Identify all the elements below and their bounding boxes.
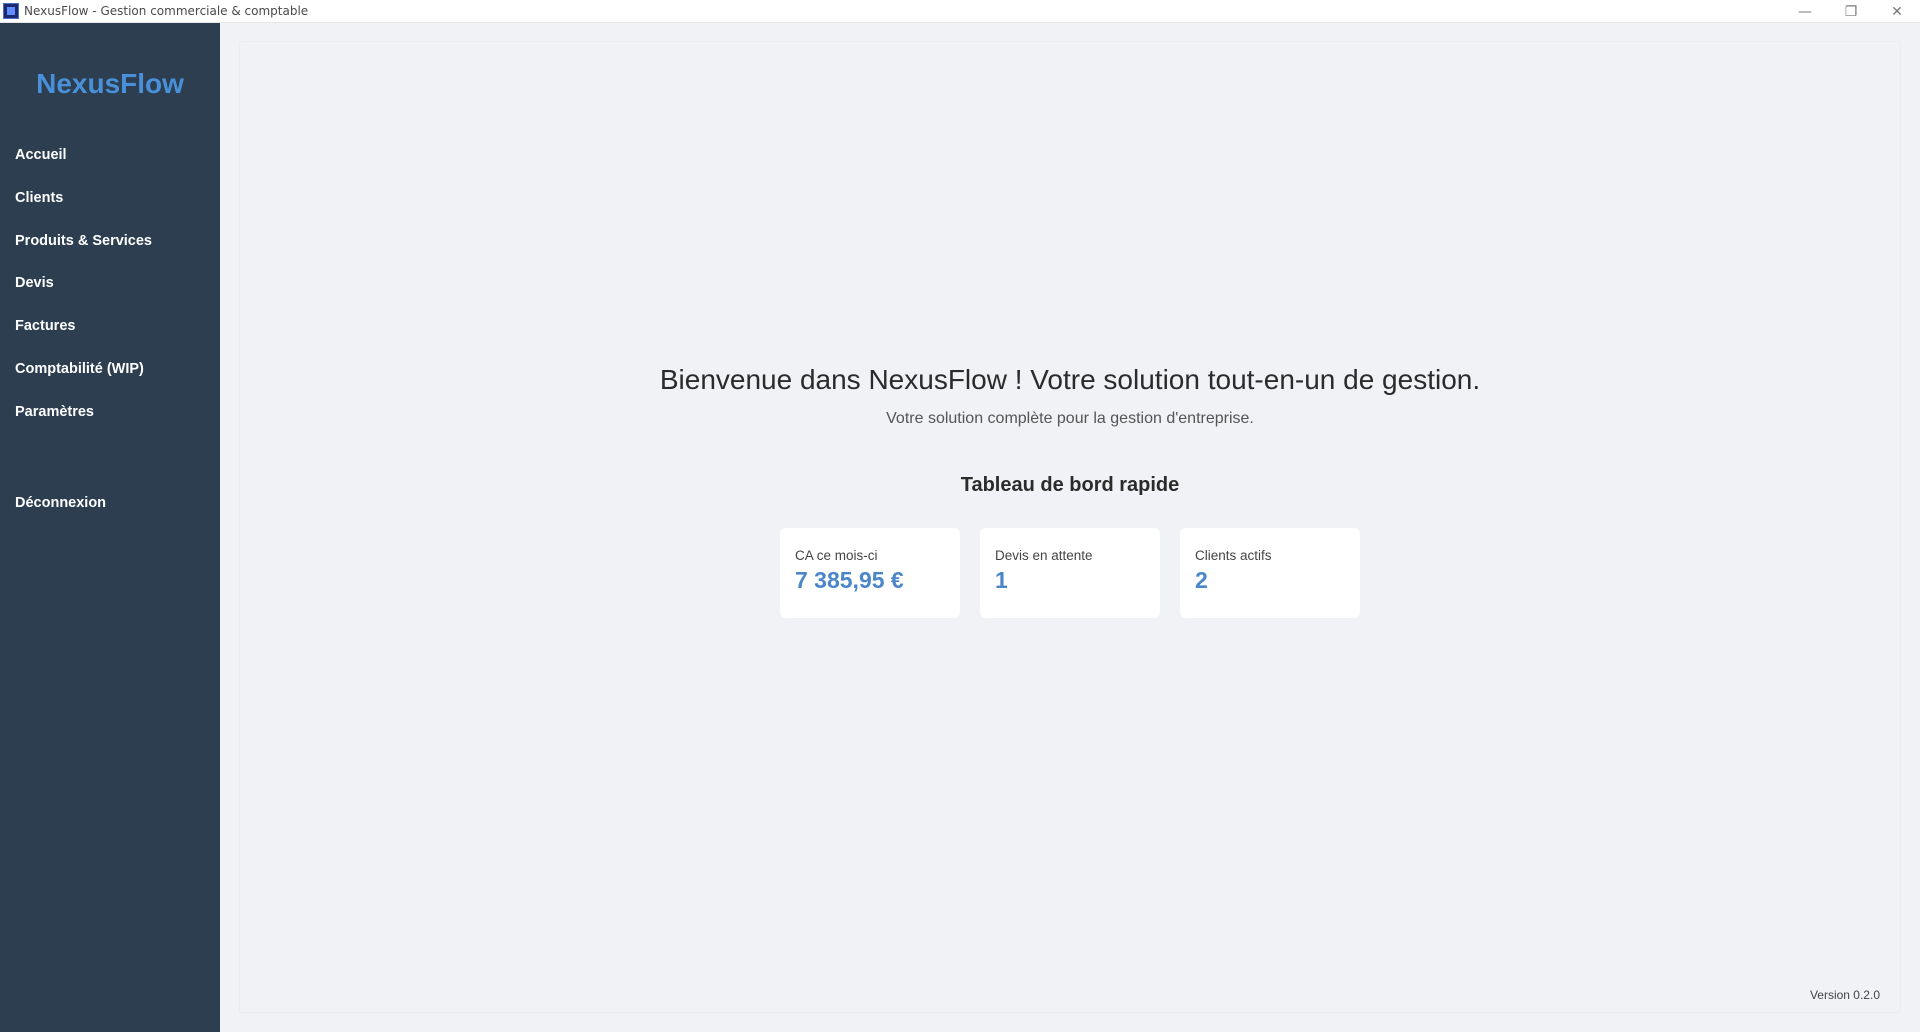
minimize-button[interactable]: — bbox=[1782, 0, 1828, 23]
sidebar-item-produits-services[interactable]: Produits & Services bbox=[0, 220, 220, 263]
card-active-clients: Clients actifs 2 bbox=[1180, 528, 1360, 618]
close-button[interactable]: ✕ bbox=[1874, 0, 1920, 23]
maximize-button[interactable]: ❐ bbox=[1828, 0, 1874, 23]
sidebar-nav: Accueil Clients Produits & Services Devi… bbox=[0, 134, 220, 524]
dashboard-title: Tableau de bord rapide bbox=[960, 474, 1180, 496]
logout-button[interactable]: Déconnexion bbox=[0, 482, 220, 525]
welcome-subtitle: Votre solution complète pour la gestion … bbox=[886, 410, 1254, 427]
app-logo-icon bbox=[3, 3, 19, 19]
sidebar-item-accueil[interactable]: Accueil bbox=[0, 134, 220, 177]
sidebar-item-clients[interactable]: Clients bbox=[0, 177, 220, 220]
window-titlebar: NexusFlow - Gestion commerciale & compta… bbox=[0, 0, 1920, 23]
card-active-clients-value: 2 bbox=[1195, 567, 1208, 593]
card-pending-quotes: Devis en attente 1 bbox=[980, 528, 1160, 618]
welcome-heading: Bienvenue dans NexusFlow ! Votre solutio… bbox=[659, 364, 1481, 395]
window-title: NexusFlow - Gestion commerciale & compta… bbox=[24, 4, 309, 18]
card-active-clients-label: Clients actifs bbox=[1195, 548, 1272, 563]
dashboard-cards: CA ce mois-ci 7 385,95 € Devis en attent… bbox=[780, 528, 1360, 618]
brand-logo: NexusFlow bbox=[36, 68, 184, 99]
card-pending-quotes-label: Devis en attente bbox=[995, 548, 1093, 563]
main-content: Bienvenue dans NexusFlow ! Votre solutio… bbox=[240, 42, 1900, 1012]
sidebar-item-factures[interactable]: Factures bbox=[0, 305, 220, 348]
sidebar-item-comptabilite[interactable]: Comptabilité (WIP) bbox=[0, 348, 220, 391]
card-revenue-value: 7 385,95 € bbox=[795, 567, 904, 593]
window-controls: — ❐ ✕ bbox=[1782, 0, 1920, 23]
sidebar-item-devis[interactable]: Devis bbox=[0, 262, 220, 305]
card-revenue: CA ce mois-ci 7 385,95 € bbox=[780, 528, 960, 618]
sidebar-item-parametres[interactable]: Paramètres bbox=[0, 391, 220, 434]
card-revenue-label: CA ce mois-ci bbox=[795, 548, 878, 563]
version-label: Version 0.2.0 bbox=[1809, 988, 1880, 1002]
sidebar: NexusFlow Accueil Clients Produits & Ser… bbox=[0, 23, 220, 1032]
card-pending-quotes-value: 1 bbox=[995, 567, 1008, 593]
